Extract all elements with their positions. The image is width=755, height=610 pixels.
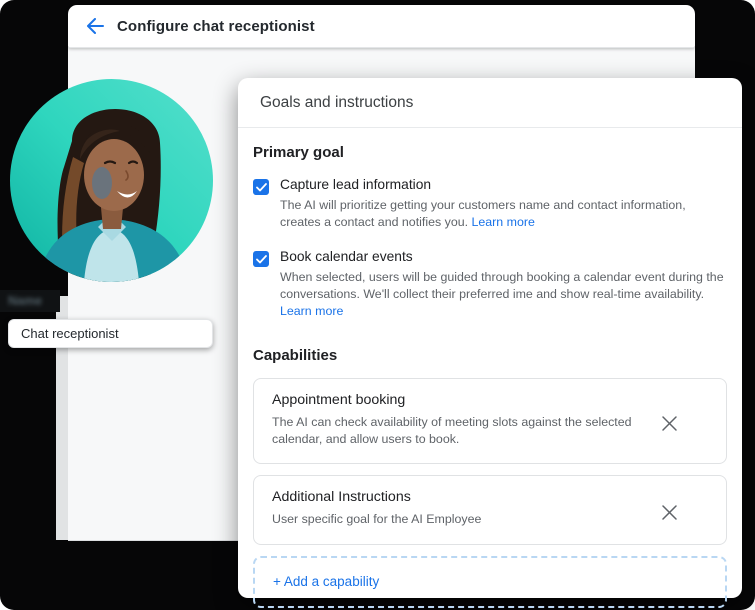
configure-header: Configure chat receptionist [68, 5, 695, 48]
goal-item-capture-lead: Capture lead information The AI will pri… [253, 177, 727, 231]
receptionist-avatar [10, 79, 213, 282]
capabilities-heading: Capabilities [253, 347, 727, 364]
x-close-icon [661, 504, 678, 521]
goals-panel-title: Goals and instructions [260, 94, 413, 112]
capture-lead-checkbox[interactable] [253, 179, 269, 195]
name-field-label: Name [0, 290, 60, 312]
capability-description: User specific goal for the AI Employee [272, 511, 652, 528]
capability-title: Additional Instructions [272, 489, 656, 505]
check-icon [256, 255, 267, 264]
x-close-icon [661, 415, 678, 432]
primary-goal-heading: Primary goal [253, 144, 727, 161]
page-title: Configure chat receptionist [117, 18, 315, 35]
capability-card-additional-instructions: Additional Instructions User specific go… [253, 475, 727, 544]
capability-description: The AI can check availability of meeting… [272, 414, 656, 449]
learn-more-link[interactable]: Learn more [280, 304, 343, 318]
remove-capability-button[interactable] [656, 500, 682, 526]
add-capability-label: + Add a capability [273, 574, 379, 589]
goal-label[interactable]: Book calendar events [280, 249, 727, 264]
back-button[interactable] [80, 11, 110, 41]
book-calendar-checkbox[interactable] [253, 251, 269, 267]
remove-capability-button[interactable] [656, 411, 682, 437]
goal-item-book-calendar: Book calendar events When selected, user… [253, 249, 727, 320]
capability-card-appointment-booking: Appointment booking The AI can check ava… [253, 378, 727, 465]
goal-description: When selected, users will be guided thro… [280, 269, 727, 320]
goals-panel-header: Goals and instructions [238, 78, 742, 128]
add-capability-button[interactable]: + Add a capability [253, 556, 727, 608]
goal-description: The AI will prioritize getting your cust… [280, 197, 727, 231]
receptionist-name-input[interactable] [8, 319, 213, 348]
arrow-left-icon [86, 18, 104, 34]
check-icon [256, 183, 267, 192]
learn-more-link[interactable]: Learn more [472, 215, 535, 229]
avatar-image [10, 79, 213, 282]
goals-and-instructions-panel: Goals and instructions Primary goal Capt… [238, 78, 742, 598]
capability-title: Appointment booking [272, 392, 656, 408]
goal-label[interactable]: Capture lead information [280, 177, 727, 192]
